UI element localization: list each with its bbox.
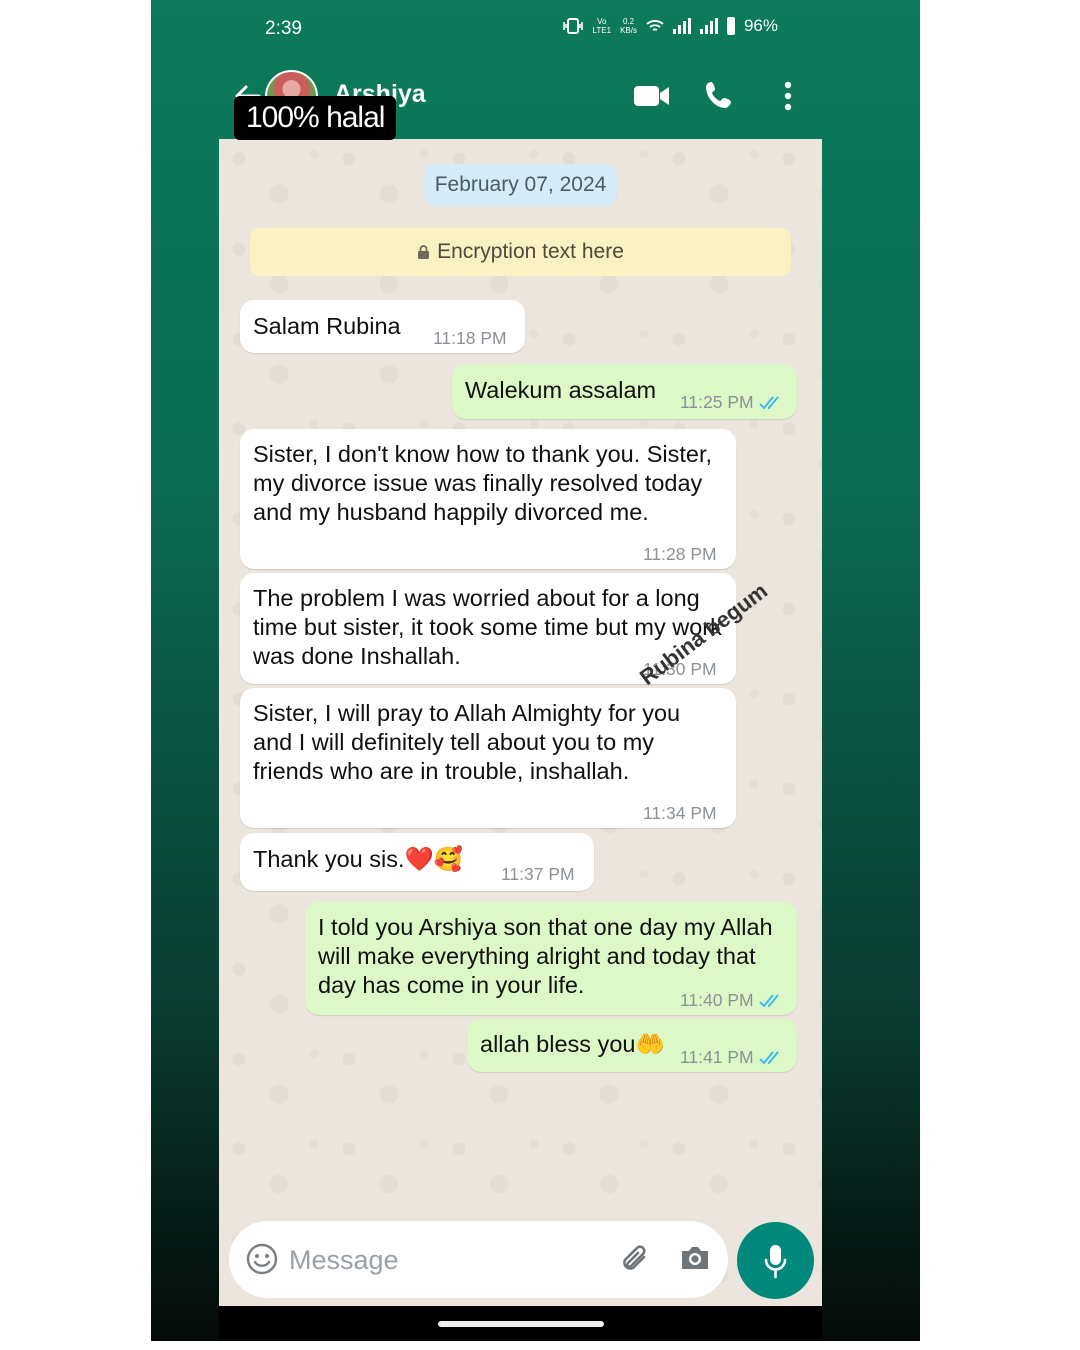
message-text: Sister, I will pray to Allah Almighty fo…	[253, 700, 681, 784]
message-meta: 11:25 PM	[680, 388, 783, 417]
message-text: Thank you sis.❤️🥰	[253, 846, 464, 872]
message-time: 11:25 PM	[680, 392, 754, 412]
message-text: Walekum assalam	[465, 377, 657, 403]
message-bubble-incoming[interactable]: Sister, I don't know how to thank you. S…	[240, 429, 736, 569]
wifi-icon	[646, 20, 664, 31]
video-call-icon[interactable]	[633, 83, 671, 109]
attach-icon[interactable]	[618, 1242, 652, 1276]
message-bubble-outgoing[interactable]: allah bless you🤲 11:41 PM	[467, 1019, 797, 1072]
network-speed: 0.2 KB/s	[620, 17, 637, 35]
overlay-caption: 100% halal	[234, 96, 397, 140]
volte-label: Vo LTE1	[592, 17, 612, 35]
system-nav-bar	[219, 1306, 822, 1341]
vibrate-icon	[562, 18, 583, 34]
message-meta: 11:41 PM	[680, 1043, 783, 1072]
status-bar: 2:39 Vo LTE1 0.2 KB/s 96%	[219, 0, 822, 60]
whatsapp-screen: 2:39 Vo LTE1 0.2 KB/s 96% Arshiya Februa…	[219, 0, 822, 1341]
message-text: allah bless you🤲	[480, 1031, 665, 1057]
date-chip: February 07, 2024	[424, 164, 617, 206]
voice-record-button[interactable]	[737, 1222, 814, 1299]
message-bubble-outgoing[interactable]: Walekum assalam 11:25 PM	[452, 364, 797, 419]
encryption-notice: Encryption text here	[250, 228, 791, 276]
message-input[interactable]	[287, 1237, 621, 1283]
phone-icon[interactable]	[704, 80, 734, 110]
signal-icon-1	[672, 18, 691, 34]
read-ticks-icon	[758, 993, 779, 1007]
message-time: 11:37 PM	[501, 864, 575, 884]
status-time: 2:39	[265, 18, 302, 39]
message-bubble-outgoing[interactable]: I told you Arshiya son that one day my A…	[305, 902, 797, 1015]
message-bubble-incoming[interactable]: Salam Rubina 11:18 PM	[240, 300, 525, 353]
mic-icon	[764, 1245, 787, 1279]
read-ticks-icon	[758, 1050, 779, 1064]
lock-icon	[418, 245, 430, 259]
message-text: Salam Rubina	[253, 313, 401, 339]
more-options-icon[interactable]	[782, 80, 794, 112]
battery-percent: 96%	[743, 16, 778, 35]
message-text: Sister, I don't know how to thank you. S…	[253, 441, 713, 525]
message-time: 11:41 PM	[680, 1047, 754, 1067]
emoji-icon[interactable]	[246, 1243, 278, 1275]
message-time: 11:28 PM	[643, 544, 717, 564]
message-time: 11:40 PM	[680, 990, 754, 1010]
message-bubble-incoming[interactable]: Sister, I will pray to Allah Almighty fo…	[240, 688, 736, 828]
encryption-text: Encryption text here	[437, 240, 624, 263]
signal-icon-2	[699, 18, 718, 34]
read-ticks-icon	[758, 395, 779, 409]
message-bubble-incoming[interactable]: Thank you sis.❤️🥰 11:37 PM	[240, 833, 594, 891]
message-time: 11:34 PM	[643, 803, 717, 823]
battery-icon	[726, 17, 735, 35]
home-indicator[interactable]	[438, 1321, 604, 1327]
status-icons: Vo LTE1 0.2 KB/s 96%	[562, 16, 778, 36]
chat-area[interactable]: February 07, 2024 Encryption text here S…	[219, 139, 822, 1306]
message-meta: 11:40 PM	[680, 986, 783, 1015]
camera-icon[interactable]	[679, 1244, 711, 1272]
message-time: 11:18 PM	[433, 328, 507, 348]
message-composer	[229, 1221, 728, 1298]
